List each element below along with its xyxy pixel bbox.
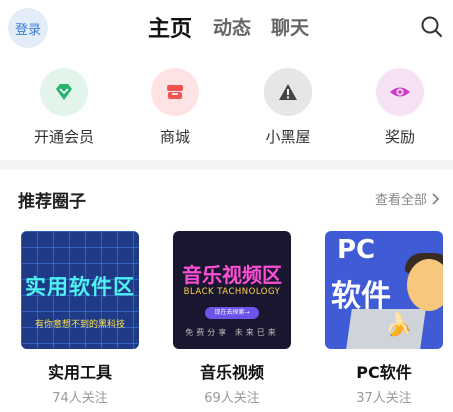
quick-action-blacklist[interactable]: 小黑屋 (243, 68, 333, 147)
thumbnail-explore-button: 现在去探索→ (205, 307, 259, 319)
diamond-icon (40, 68, 88, 116)
circle-name: 音乐视频 (199, 363, 264, 382)
circle-card-pc-software[interactable]: PC 软件 🍌 PC软件 37人关注 (325, 231, 443, 406)
quick-action-label: 开通会员 (33, 128, 94, 146)
circle-followers: 37人关注 (356, 391, 412, 406)
circle-thumbnail: 音乐视频区 BLACK TACHNOLOGY 现在去探索→ 免费分享 未来已来 (173, 231, 291, 349)
thumbnail-footer: 免费分享 未来已来 (185, 328, 279, 337)
section-divider (0, 160, 453, 170)
quick-action-label: 奖励 (384, 128, 415, 146)
login-button[interactable]: 登录 (8, 8, 48, 48)
quick-action-label: 小黑屋 (265, 128, 311, 146)
warning-icon (264, 68, 312, 116)
circle-thumbnail: PC 软件 🍌 (325, 231, 443, 349)
banana-icon: 🍌 (385, 313, 413, 338)
see-all-label: 查看全部 (374, 193, 427, 208)
circle-card-tools[interactable]: 实用软件区 有你意想不到的黑科技 实用工具 74人关注 (21, 231, 139, 406)
tab-chat[interactable]: 聊天 (271, 13, 309, 40)
quick-action-shop[interactable]: 商城 (130, 68, 220, 147)
circle-card-music-video[interactable]: 音乐视频区 BLACK TACHNOLOGY 现在去探索→ 免费分享 未来已来 … (173, 231, 291, 406)
circle-name: PC软件 (356, 363, 412, 382)
top-bar: 登录 主页 动态 聊天 (0, 0, 453, 56)
circle-followers: 69人关注 (204, 391, 260, 406)
search-icon[interactable] (419, 14, 445, 40)
tab-feed[interactable]: 动态 (213, 13, 251, 40)
eye-icon (376, 68, 424, 116)
see-all-link[interactable]: 查看全部 (375, 189, 441, 208)
circle-name: 实用工具 (47, 363, 112, 382)
thumbnail-subtitle: BLACK TACHNOLOGY (183, 287, 281, 297)
quick-action-rewards[interactable]: 奖励 (355, 68, 445, 147)
circle-followers: 74人关注 (52, 391, 108, 406)
thumbnail-subtitle: 有你意想不到的黑科技 (34, 320, 125, 330)
quick-action-vip[interactable]: 开通会员 (19, 68, 109, 147)
tab-home[interactable]: 主页 (148, 11, 192, 43)
section-title: 推荐圈子 (18, 192, 86, 212)
quick-actions: 开通会员 商城 小黑屋 奖励 (0, 68, 453, 152)
circle-thumbnail: 实用软件区 有你意想不到的黑科技 (21, 231, 139, 349)
thumbnail-title: PC (337, 235, 376, 265)
shop-icon (151, 68, 199, 116)
chevron-right-icon (432, 192, 440, 205)
thumbnail-title: 音乐视频区 (182, 263, 282, 287)
thumbnail-title: 实用软件区 (25, 275, 135, 299)
quick-action-label: 商城 (159, 128, 190, 146)
thumbnail-subtitle: 软件 (331, 279, 391, 314)
